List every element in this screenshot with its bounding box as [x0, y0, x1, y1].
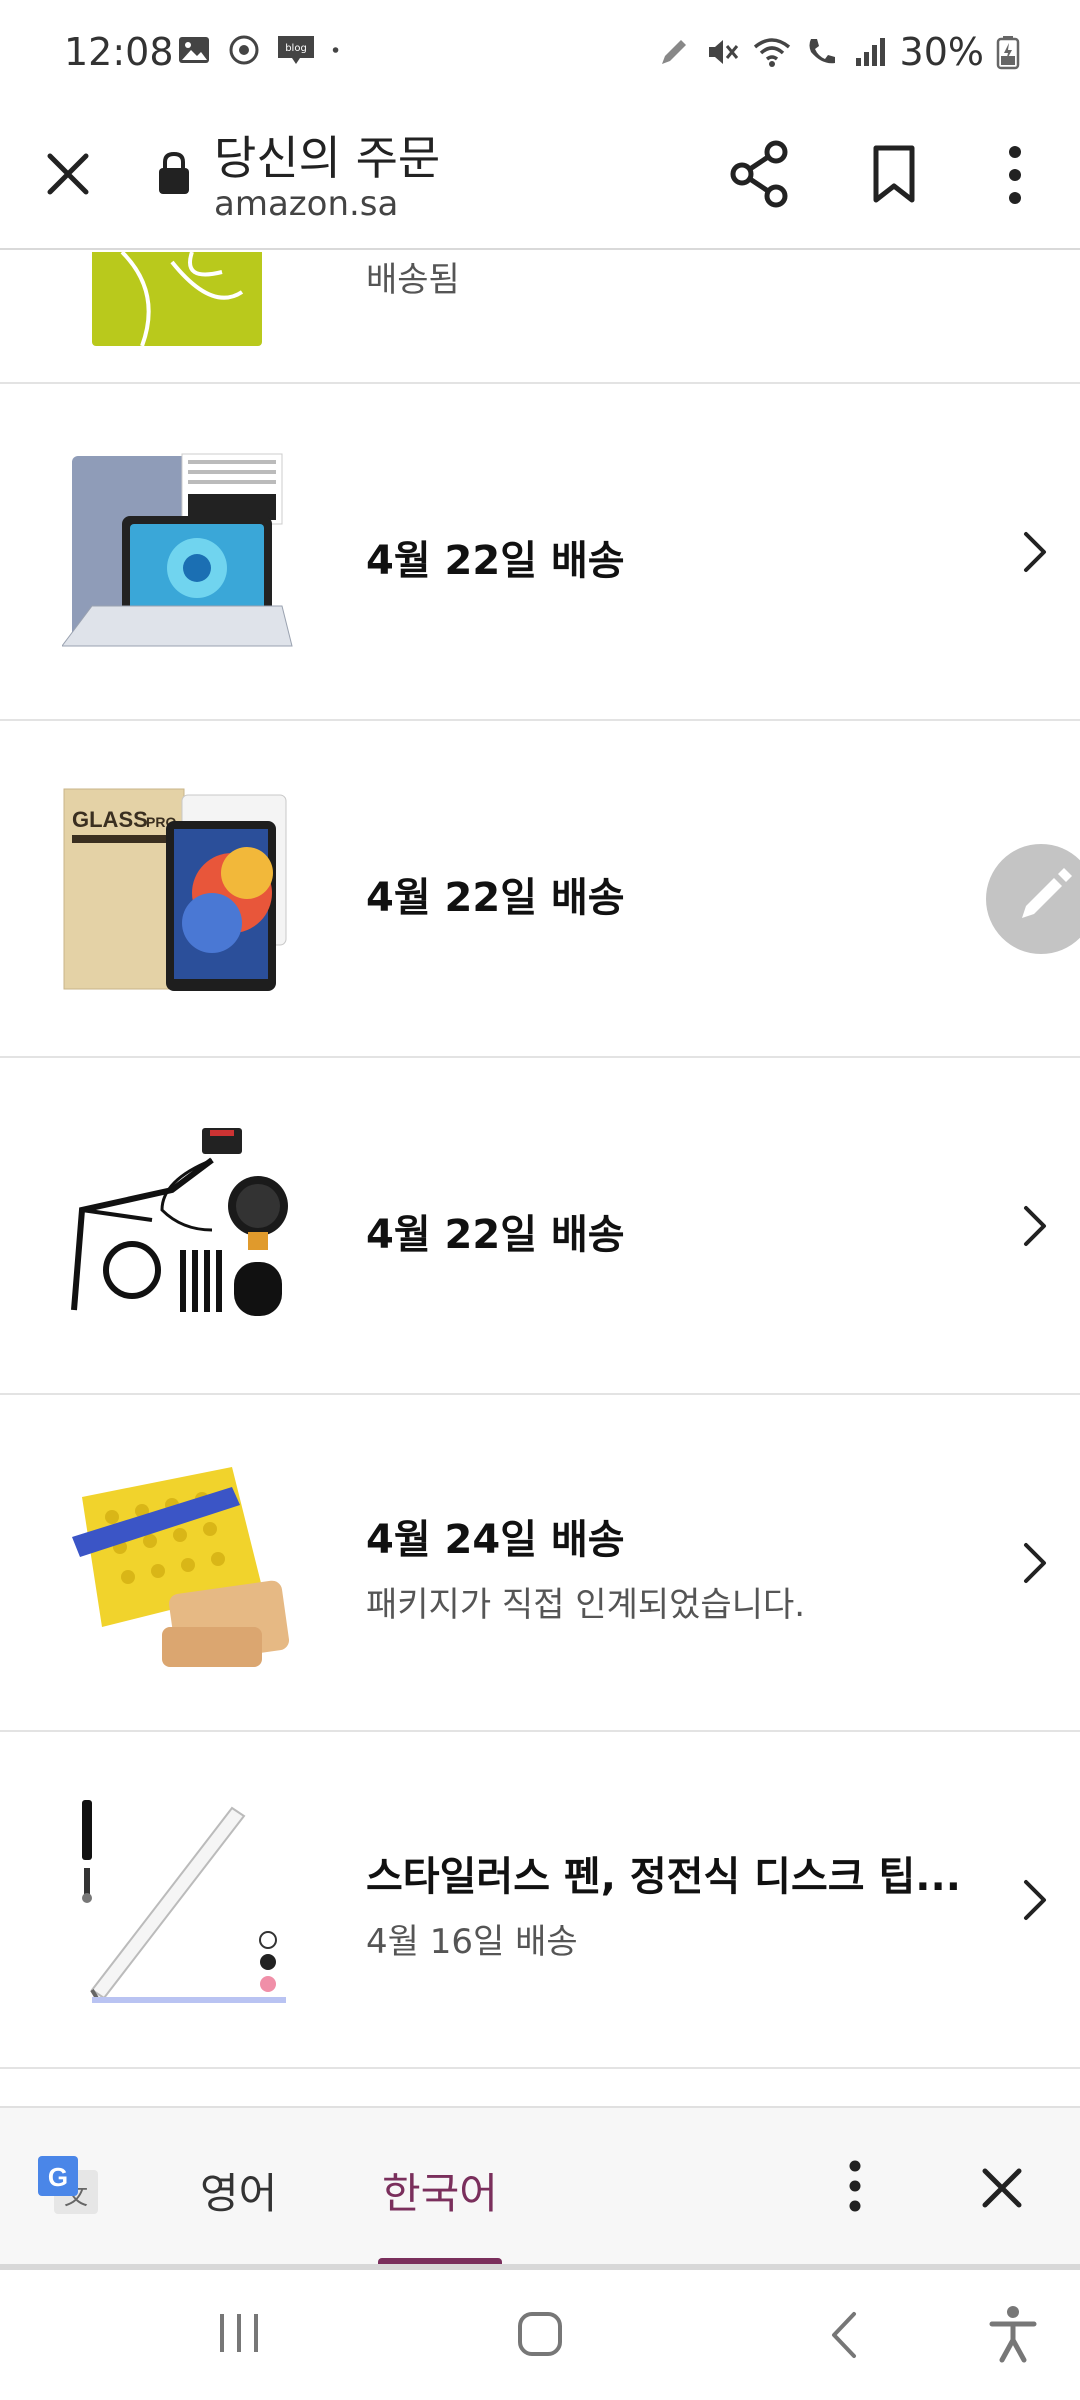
- order-title: 4월 24일 배송: [366, 1517, 625, 1563]
- browser-top-bar: 당신의 주문 amazon.sa: [0, 104, 1080, 250]
- battery-icon: [996, 36, 1020, 70]
- product-thumbnail: [62, 453, 293, 647]
- more-vert-icon[interactable]: [1000, 144, 1030, 206]
- order-item[interactable]: GLASS PRO 4월 22일 배송: [0, 721, 1080, 1058]
- chevron-right-icon[interactable]: [1020, 1541, 1050, 1585]
- battery-percent: 30%: [899, 30, 984, 74]
- lock-icon[interactable]: [156, 150, 192, 196]
- product-thumbnail: GLASS PRO: [63, 788, 287, 991]
- order-title: 4월 22일 배송: [366, 538, 625, 584]
- wifi-call-icon: [809, 39, 835, 64]
- order-list: 배송됨 4월 22일 배송 GLASS PRO 4월 22일 배송 4월 22일…: [0, 252, 1080, 2069]
- google-translate-icon[interactable]: 文 G: [36, 2154, 100, 2218]
- order-status: 배송됨: [366, 260, 460, 300]
- order-item[interactable]: 4월 22일 배송: [0, 384, 1080, 721]
- order-item[interactable]: 4월 24일 배송 패키지가 직접 인계되었습니다.: [0, 1395, 1080, 1732]
- order-subtitle: 4월 16일 배송: [366, 1922, 578, 1962]
- order-item-partial[interactable]: 배송됨: [0, 252, 1080, 384]
- share-icon[interactable]: [728, 140, 790, 208]
- pencil-icon: [1022, 868, 1072, 918]
- order-subtitle: 패키지가 직접 인계되었습니다.: [366, 1585, 806, 1625]
- sync-icon: [229, 35, 259, 65]
- order-title: 4월 22일 배송: [366, 875, 625, 921]
- svg-text:blog: blog: [285, 43, 307, 54]
- page-title: 당신의 주문: [214, 131, 441, 185]
- status-bar: 12:08 blog 30%: [0, 0, 1080, 104]
- status-system-icons: 30%: [656, 30, 1020, 74]
- blog-icon: blog: [278, 36, 314, 64]
- close-icon[interactable]: [980, 2166, 1024, 2210]
- page-url[interactable]: amazon.sa: [214, 184, 398, 224]
- chevron-right-icon[interactable]: [1020, 1878, 1050, 1922]
- translate-bar: 文 G 영어 한국어: [0, 2106, 1080, 2266]
- home-icon[interactable]: [516, 2310, 564, 2358]
- order-title: 스타일러스 펜, 정전식 디스크 팁...: [366, 1854, 961, 1900]
- system-nav-bar: [0, 2270, 1080, 2400]
- lang-target-tab[interactable]: 한국어: [382, 2160, 498, 2221]
- product-thumbnail: [82, 1800, 286, 2003]
- chevron-right-icon[interactable]: [1020, 1204, 1050, 1248]
- product-thumbnail: [71, 1128, 288, 1316]
- order-item[interactable]: 스타일러스 펜, 정전식 디스크 팁... 4월 16일 배송: [0, 1732, 1080, 2069]
- wifi-icon: [753, 38, 790, 67]
- product-thumbnail: [72, 1467, 290, 1667]
- recents-icon[interactable]: [214, 2310, 264, 2356]
- lang-source-tab[interactable]: 영어: [200, 2160, 277, 2221]
- mute-icon: [708, 40, 738, 64]
- svg-text:GLASS: GLASS: [72, 807, 148, 832]
- pen-icon: [661, 40, 686, 64]
- order-item[interactable]: 4월 22일 배송: [0, 1058, 1080, 1395]
- status-time: 12:08: [64, 30, 174, 74]
- more-vert-icon[interactable]: [840, 2158, 870, 2214]
- floating-edit-button[interactable]: [986, 844, 1080, 954]
- close-icon[interactable]: [44, 150, 92, 198]
- order-title: 4월 22일 배송: [366, 1212, 625, 1258]
- bookmark-icon[interactable]: [870, 144, 918, 204]
- back-icon[interactable]: [826, 2310, 860, 2360]
- signal-icon: [855, 38, 885, 66]
- chevron-right-icon[interactable]: [1020, 530, 1050, 574]
- gallery-icon: [179, 37, 209, 63]
- product-thumbnail-partial: [92, 252, 262, 347]
- svg-text:G: G: [48, 2162, 68, 2192]
- status-notifications: blog: [176, 32, 350, 68]
- dot-icon: [332, 47, 339, 53]
- accessibility-icon[interactable]: [988, 2304, 1038, 2364]
- abstract-pattern-icon: [120, 252, 244, 347]
